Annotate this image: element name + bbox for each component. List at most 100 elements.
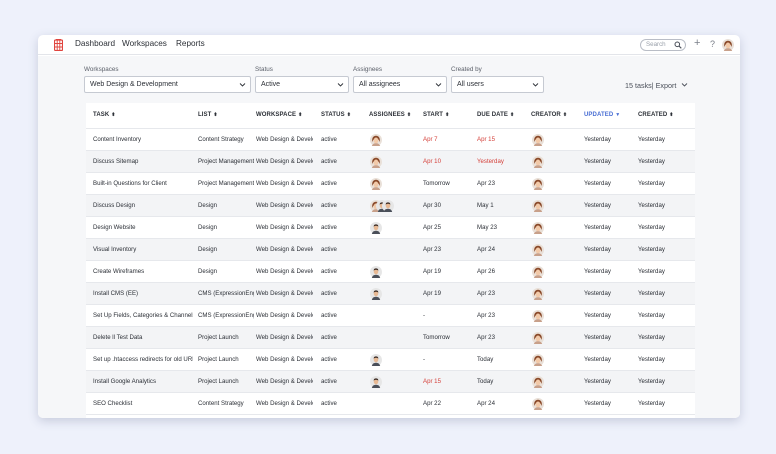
created-by-select[interactable]: All users [451, 76, 544, 93]
creator-avatar[interactable] [532, 200, 544, 212]
table-row[interactable]: Create Wireframes Design Web Design & Deve… [86, 261, 695, 283]
table-row[interactable]: Delete ll Test Data Project Launch Web Des… [86, 327, 695, 349]
assignee-avatar[interactable] [370, 266, 382, 278]
table-row[interactable]: Set Up Fields, Categories & Channels CMS … [86, 305, 695, 327]
cell-status: active [321, 180, 337, 187]
sort-icon: ⬍ [213, 112, 218, 118]
cell-workspace: Web Design & Develo [256, 290, 313, 297]
column-header-creator[interactable]: CREATOR ⬍ [531, 112, 567, 118]
add-icon[interactable]: + [694, 37, 700, 49]
assignee-avatar[interactable] [370, 156, 382, 168]
nav-workspaces[interactable]: Workspaces [122, 39, 167, 48]
creator-avatar[interactable] [532, 222, 544, 234]
workspaces-select-value: Web Design & Development [90, 81, 178, 88]
creator-avatar[interactable] [532, 134, 544, 146]
cell-task[interactable]: Built-in Questions for Client [93, 173, 193, 195]
column-header-due[interactable]: DUE DATE ⬍ [477, 112, 514, 118]
cell-task[interactable]: Install CMS (EE) [93, 283, 193, 305]
table-row[interactable]: Discuss Design Design Web Design & Develo a… [86, 195, 695, 217]
assignee-avatar[interactable] [370, 134, 382, 146]
search-input[interactable]: Search [640, 39, 686, 51]
creator-avatar[interactable] [532, 354, 544, 366]
cell-task[interactable]: Discuss Design [93, 195, 193, 217]
nav-reports[interactable]: Reports [176, 39, 205, 48]
help-icon[interactable]: ? [710, 38, 715, 50]
cell-status: active [321, 202, 337, 209]
cell-task[interactable]: SEO Checklist [93, 393, 193, 415]
table-row[interactable]: Set up .htaccess redirects for old URLs P… [86, 349, 695, 371]
cell-task[interactable]: Visual Inventory [93, 239, 193, 261]
task-count-export[interactable]: 15 tasks| Export [625, 81, 676, 90]
table-row[interactable]: Visual Inventory Design Web Design & Devel… [86, 239, 695, 261]
creator-avatar[interactable] [532, 332, 544, 344]
cell-status: active [321, 246, 337, 253]
column-header-created[interactable]: CREATED ⬍ [638, 112, 674, 118]
column-header-label: UPDATED [584, 112, 614, 118]
creator-avatar[interactable] [532, 310, 544, 322]
cell-task[interactable]: Create Wireframes [93, 261, 193, 283]
column-header-list[interactable]: LIST ⬍ [198, 112, 218, 118]
assignee-avatar[interactable] [370, 376, 382, 388]
assignee-avatar[interactable] [370, 178, 382, 190]
export-chevron-icon[interactable] [681, 81, 688, 88]
column-header-status[interactable]: STATUS ⬍ [321, 112, 351, 118]
chevron-down-icon [435, 83, 442, 87]
cell-start: Tomorrow [423, 180, 450, 187]
cell-task[interactable]: Delete ll Test Data [93, 327, 193, 349]
cell-start: Apr 23 [423, 246, 441, 253]
assignee-avatar[interactable] [370, 288, 382, 300]
cell-due: Apr 23 [477, 290, 495, 297]
cell-task[interactable]: Discuss Sitemap [93, 151, 193, 173]
column-header-task[interactable]: TASK ⬍ [93, 112, 116, 118]
user-avatar[interactable] [722, 39, 734, 51]
workspaces-select[interactable]: Web Design & Development [84, 76, 251, 93]
cell-due: Apr 26 [477, 268, 495, 275]
logo-icon[interactable] [54, 39, 63, 51]
assignees-select[interactable]: All assignees [353, 76, 447, 93]
cell-workspace: Web Design & Develo [256, 378, 313, 385]
creator-avatar[interactable] [532, 156, 544, 168]
creator-avatar[interactable] [532, 376, 544, 388]
cell-start: Apr 19 [423, 268, 441, 275]
table-row[interactable]: Discuss Sitemap Project Management Web Des… [86, 151, 695, 173]
creator-avatar[interactable] [532, 266, 544, 278]
cell-list: Design [198, 268, 217, 275]
created-by-filter-label: Created by [451, 66, 482, 73]
table-header: TASK ⬍ LIST ⬍ WORKSPACE ⬍ STATUS ⬍ ASSIGNEES ⬍ STA… [86, 103, 695, 129]
column-header-assignees[interactable]: ASSIGNEES ⬍ [369, 112, 411, 118]
table-row[interactable]: Content Inventory Content Strategy Web Des… [86, 129, 695, 151]
creator-avatar[interactable] [532, 398, 544, 410]
cell-task[interactable]: Set Up Fields, Categories & Channels [93, 305, 193, 327]
cell-created: Yesterday [638, 400, 665, 407]
cell-task[interactable]: Design Website [93, 217, 193, 239]
workspaces-filter-label: Workspaces [84, 66, 119, 73]
creator-avatar[interactable] [532, 178, 544, 190]
cell-list: Project Management [198, 158, 254, 165]
cell-due: Apr 15 [477, 136, 495, 143]
cell-list: Project Launch [198, 356, 239, 363]
table-row[interactable]: SEO Checklist Content Strategy Web Design … [86, 393, 695, 415]
cell-workspace: Web Design & Develo [256, 334, 313, 341]
assignee-avatar[interactable] [382, 200, 394, 212]
table-row[interactable]: Install Google Analytics Project Launch We… [86, 371, 695, 393]
assignee-avatar[interactable] [370, 222, 382, 234]
table-row[interactable]: Install CMS (EE) CMS (ExpressionEngine)We… [86, 283, 695, 305]
cell-start: Apr 19 [423, 290, 441, 297]
column-header-start[interactable]: START ⬍ [423, 112, 449, 118]
nav-dashboard[interactable]: Dashboard [75, 39, 115, 48]
assignee-avatar[interactable] [370, 354, 382, 366]
cell-created: Yesterday [638, 224, 665, 231]
cell-list: Project Launch [198, 378, 239, 385]
cell-task[interactable]: Content Inventory [93, 129, 193, 151]
status-select[interactable]: Active [255, 76, 349, 93]
column-header-updated[interactable]: UPDATED ▼ [584, 112, 620, 118]
creator-avatar[interactable] [532, 244, 544, 256]
cell-task[interactable]: Install Google Analytics [93, 371, 193, 393]
cell-updated: Yesterday [584, 312, 611, 319]
cell-task[interactable]: Set up .htaccess redirects for old URLs [93, 349, 193, 371]
table-row[interactable]: Design Website Design Web Design & Develo a… [86, 217, 695, 239]
table-row[interactable]: Built-in Questions for Client Project Man… [86, 173, 695, 195]
cell-start: Apr 15 [423, 378, 441, 385]
column-header-workspace[interactable]: WORKSPACE ⬍ [256, 112, 302, 118]
creator-avatar[interactable] [532, 288, 544, 300]
